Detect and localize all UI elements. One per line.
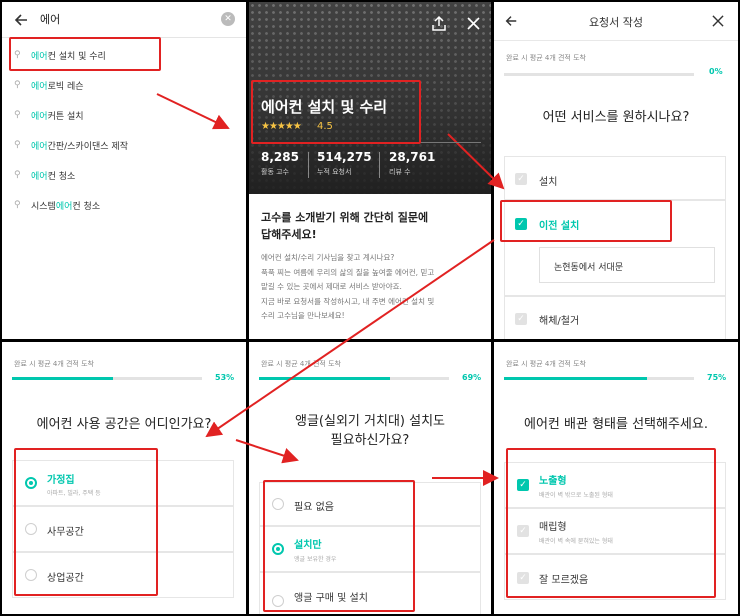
progress-bar bbox=[12, 377, 202, 380]
progress-label: 완료 시 평균 4개 견적 도착 bbox=[14, 360, 94, 368]
service-panel: 에어컨 설치 및 수리 ★★★★★ 4.5 8,285 활동 고수 514,275… bbox=[249, 2, 491, 339]
progress-bar bbox=[504, 73, 694, 76]
progress-bar bbox=[504, 377, 694, 380]
back-arrow-icon[interactable] bbox=[12, 11, 30, 29]
suggestion-item[interactable]: ⚲ 시스템 에어 컨 청소 bbox=[14, 199, 100, 213]
highlight-box bbox=[263, 480, 415, 612]
intro-title: 고수를 소개받기 위해 간단히 질문에 답해주세요! bbox=[261, 211, 429, 241]
search-icon: ⚲ bbox=[14, 200, 21, 210]
stat-reviews: 28,761 리뷰 수 bbox=[389, 150, 436, 176]
progress-percent: 0% bbox=[709, 67, 723, 76]
highlight-box bbox=[500, 200, 672, 242]
progress-label: 완료 시 평균 4개 견적 도착 bbox=[506, 54, 586, 62]
suggestion-item[interactable]: ⚲ 에어 로빅 레슨 bbox=[14, 79, 84, 93]
checkbox-icon: ✓ bbox=[515, 173, 527, 185]
checkbox-icon: ✓ bbox=[515, 313, 527, 325]
close-icon[interactable] bbox=[464, 14, 482, 32]
close-icon[interactable] bbox=[710, 13, 726, 29]
space-question-panel: 완료 시 평균 4개 견적 도착 53% 에어컨 사용 공간은 어디인가요? 가… bbox=[2, 342, 246, 614]
option-remove[interactable]: ✓ 해체/철거 bbox=[504, 296, 726, 339]
angle-question-panel: 완료 시 평균 4개 견적 도착 69% 앵글(실외기 거치대) 설치도 필요하신… bbox=[249, 342, 491, 614]
search-icon: ⚲ bbox=[14, 110, 21, 120]
highlight-box bbox=[9, 37, 161, 71]
relocation-input[interactable]: 논현동에서 서대문 bbox=[539, 247, 715, 283]
search-bar: 에어 ✕ bbox=[2, 2, 246, 38]
stat-requests: 514,275 누적 요청서 bbox=[317, 150, 372, 176]
clear-icon[interactable]: ✕ bbox=[221, 12, 235, 26]
option-install[interactable]: ✓ 설치 bbox=[504, 156, 726, 200]
question-title: 에어컨 사용 공간은 어디인가요? bbox=[36, 417, 212, 432]
pipe-question-panel: 완료 시 평균 4개 견적 도착 75% 에어컨 배관 형태를 선택해주세요. … bbox=[494, 342, 738, 614]
progress-bar bbox=[259, 377, 449, 380]
suggestion-item[interactable]: ⚲ 에어 커튼 설치 bbox=[14, 109, 84, 123]
highlight-box bbox=[506, 448, 716, 598]
intro-body: 에어컨 설치/수리 기사님을 찾고 계시나요? 푹푹 찌는 여름에 우리의 삶의… bbox=[261, 253, 435, 320]
search-panel: 에어 ✕ ⚲ 에어 컨 설치 및 수리 ⚲ 에어 로빅 레슨 ⚲ 에어 커튼 설치 ⚲… bbox=[2, 2, 246, 339]
suggestion-item[interactable]: ⚲ 에어 간판/스카이댄스 제작 bbox=[14, 139, 128, 153]
stat-pros: 8,285 활동 고수 bbox=[261, 150, 299, 176]
question-title: 어떤 서비스를 원하시나요? bbox=[542, 110, 690, 125]
progress-label: 완료 시 평균 4개 견적 도착 bbox=[261, 360, 341, 368]
question-title: 에어컨 배관 형태를 선택해주세요. bbox=[524, 417, 708, 432]
question-title: 앵글(실외기 거치대) 설치도 필요하신가요? bbox=[295, 414, 445, 448]
progress-percent: 53% bbox=[215, 373, 235, 382]
progress-label: 완료 시 평균 4개 견적 도착 bbox=[506, 360, 586, 368]
share-icon[interactable] bbox=[430, 14, 448, 32]
search-input[interactable]: 에어 bbox=[40, 11, 60, 27]
highlight-box bbox=[14, 448, 158, 596]
progress-percent: 75% bbox=[707, 373, 727, 382]
request-panel: 요청서 작성 완료 시 평균 4개 견적 도착 0% 어떤 서비스를 원하시나요… bbox=[494, 2, 738, 339]
suggestion-item[interactable]: ⚲ 에어 컨 청소 bbox=[14, 169, 75, 183]
search-icon: ⚲ bbox=[14, 80, 21, 90]
progress-percent: 69% bbox=[462, 373, 482, 382]
search-icon: ⚲ bbox=[14, 170, 21, 180]
search-icon: ⚲ bbox=[14, 140, 21, 150]
header-title: 요청서 작성 bbox=[588, 16, 644, 29]
highlight-box bbox=[251, 80, 421, 144]
